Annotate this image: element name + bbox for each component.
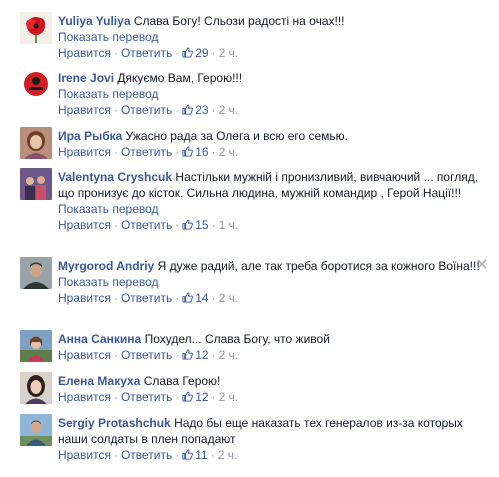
like-link[interactable]: Нравится	[58, 348, 111, 362]
separator: ·	[211, 390, 216, 404]
thumbs-up-icon[interactable]	[182, 104, 194, 115]
comment-actions: Нравится · Ответить · 14 · 2 ч.	[58, 290, 487, 306]
comment-text: Слава Богу! Сльози радості на очах!!!	[133, 14, 345, 28]
timestamp[interactable]: 2 ч.	[219, 46, 239, 60]
comment-author[interactable]: Myrgorod Andriy	[58, 259, 154, 273]
separator: ·	[210, 448, 215, 462]
separator: ·	[211, 103, 216, 117]
comment-text: Ужасно рада за Олега и всю его семью.	[125, 129, 348, 143]
translate-link[interactable]: Показать перевод	[58, 86, 487, 102]
like-link[interactable]: Нравится	[58, 103, 111, 117]
separator: ·	[175, 348, 180, 362]
like-link[interactable]: Нравится	[58, 291, 111, 305]
comment-author[interactable]: Yuliya Yuliya	[58, 14, 131, 28]
separator: ·	[175, 291, 180, 305]
like-count[interactable]: 11	[195, 448, 207, 462]
thumbs-up-icon[interactable]	[182, 292, 194, 303]
comment-author[interactable]: Irene Jovi	[58, 71, 114, 85]
timestamp[interactable]: 2 ч.	[218, 448, 238, 462]
translate-link[interactable]: Показать перевод	[58, 201, 487, 217]
reply-link[interactable]: Ответить	[121, 218, 172, 232]
comment-author[interactable]: Анна Санкина	[58, 332, 141, 346]
separator: ·	[211, 46, 216, 60]
comment-actions: Нравится · Ответить · 12 · 2 ч.	[58, 347, 487, 363]
like-link[interactable]: Нравится	[58, 145, 111, 159]
like-count[interactable]: 29	[195, 46, 208, 60]
close-icon[interactable]	[477, 259, 487, 269]
separator: ·	[175, 103, 180, 117]
like-count[interactable]: 15	[195, 218, 208, 232]
timestamp[interactable]: 2 ч.	[219, 348, 239, 362]
like-link[interactable]: Нравится	[58, 218, 111, 232]
like-count[interactable]: 12	[195, 390, 208, 404]
separator: ·	[211, 145, 216, 159]
red-circle-logo-avatar-icon[interactable]	[20, 69, 52, 101]
like-count[interactable]: 14	[195, 291, 208, 305]
woman-outdoor-avatar-icon[interactable]	[20, 330, 52, 362]
comment-text: Я дуже радий, але так треба боротися за …	[157, 259, 480, 273]
comment-actions: Нравится · Ответить · 15 · 1 ч.	[58, 217, 487, 233]
translate-link[interactable]: Показать перевод	[58, 29, 487, 45]
thumbs-up-icon[interactable]	[182, 146, 194, 157]
comment-actions: Нравится · Ответить · 16 · 2 ч.	[58, 144, 487, 160]
comment-text: Похудел... Слава Богу, что живой	[144, 332, 330, 346]
comment-author[interactable]: Valentyna Cryshcuk	[58, 170, 172, 184]
comment-text: Дякуємо Вам, Герою!!!	[117, 71, 243, 85]
comment-author[interactable]: Ира Рыбка	[58, 129, 122, 143]
separator: ·	[113, 218, 118, 232]
comment-actions: Нравится · Ответить · 29 · 2 ч.	[58, 45, 487, 61]
separator: ·	[211, 348, 216, 362]
like-count[interactable]: 12	[195, 348, 208, 362]
reply-link[interactable]: Ответить	[121, 145, 172, 159]
reply-link[interactable]: Ответить	[121, 390, 172, 404]
comment-author[interactable]: Елена Макуха	[58, 374, 140, 388]
separator: ·	[113, 145, 118, 159]
timestamp[interactable]: 2 ч.	[219, 103, 239, 117]
man-outdoor-avatar-icon[interactable]	[20, 414, 52, 446]
reply-link[interactable]: Ответить	[121, 291, 172, 305]
thumbs-up-icon[interactable]	[182, 47, 194, 58]
separator: ·	[113, 291, 118, 305]
timestamp[interactable]: 2 ч.	[219, 291, 239, 305]
comment-actions: Нравится · Ответить · 12 · 2 ч.	[58, 389, 487, 405]
woman-dark-hair-avatar-icon[interactable]	[20, 372, 52, 404]
like-link[interactable]: Нравится	[58, 390, 111, 404]
thumbs-up-icon[interactable]	[182, 391, 194, 402]
separator: ·	[175, 46, 180, 60]
timestamp[interactable]: 1 ч.	[219, 218, 239, 232]
comment-author[interactable]: Sergiy Protashchuk	[58, 416, 171, 430]
thumbs-up-icon[interactable]	[182, 449, 194, 460]
like-count[interactable]: 23	[195, 103, 208, 117]
separator: ·	[113, 348, 118, 362]
separator: ·	[175, 448, 180, 462]
separator: ·	[175, 390, 180, 404]
man-portrait-avatar-icon[interactable]	[20, 257, 52, 289]
separator: ·	[113, 103, 118, 117]
separator: ·	[113, 46, 118, 60]
reply-link[interactable]: Ответить	[121, 103, 172, 117]
like-count[interactable]: 16	[195, 145, 208, 159]
like-link[interactable]: Нравится	[58, 448, 111, 462]
separator: ·	[175, 218, 180, 232]
reply-link[interactable]: Ответить	[121, 46, 172, 60]
comment-actions: Нравится · Ответить · 23 · 2 ч.	[58, 102, 487, 118]
timestamp[interactable]: 2 ч.	[219, 145, 239, 159]
thumbs-up-icon[interactable]	[182, 219, 194, 230]
separator: ·	[211, 291, 216, 305]
reply-link[interactable]: Ответить	[121, 448, 172, 462]
thumbs-up-icon[interactable]	[182, 349, 194, 360]
red-poppy-avatar-icon[interactable]	[20, 12, 52, 44]
reply-link[interactable]: Ответить	[121, 348, 172, 362]
comment-text: Слава Герою!	[143, 374, 221, 388]
separator: ·	[211, 218, 216, 232]
translate-link[interactable]: Показать перевод	[58, 274, 487, 290]
separator: ·	[113, 390, 118, 404]
woman-portrait-avatar-icon[interactable]	[20, 127, 52, 159]
timestamp[interactable]: 2 ч.	[219, 390, 239, 404]
comment-actions: Нравится · Ответить · 11 · 2 ч.	[58, 447, 487, 463]
like-link[interactable]: Нравится	[58, 46, 111, 60]
group-photo-avatar-icon[interactable]	[20, 168, 52, 200]
separator: ·	[113, 448, 118, 462]
separator: ·	[175, 145, 180, 159]
